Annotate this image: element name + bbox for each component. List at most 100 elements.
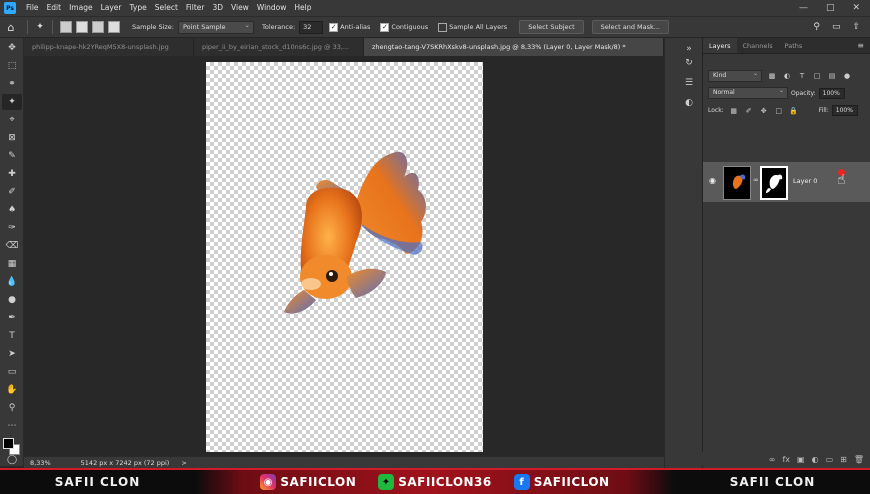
adjustment-filter-icon[interactable]: ◐ xyxy=(782,71,792,81)
opacity-input[interactable]: 100% xyxy=(818,87,845,99)
blur-tool-icon[interactable]: 💧 xyxy=(2,274,22,290)
hand-tool-icon[interactable]: ✋ xyxy=(2,382,22,398)
menu-3d[interactable]: 3D xyxy=(208,0,227,16)
document-canvas[interactable] xyxy=(206,62,483,452)
new-layer-icon[interactable]: ⊞ xyxy=(840,455,847,464)
anti-alias-checkbox[interactable]: ✓ xyxy=(329,22,339,32)
menu-type[interactable]: Type xyxy=(126,0,151,16)
lasso-tool-icon[interactable]: ⚭ xyxy=(2,76,22,92)
search-icon[interactable]: ⚲ xyxy=(813,22,820,32)
type-tool-icon[interactable]: T xyxy=(2,328,22,344)
brush-tool-icon[interactable]: ✐ xyxy=(2,184,22,200)
home-icon[interactable]: ⌂ xyxy=(0,17,22,37)
gradient-tool-icon[interactable]: ▦ xyxy=(2,256,22,272)
new-adjustment-icon[interactable]: ◐ xyxy=(812,455,819,464)
new-group-icon[interactable]: ▭ xyxy=(826,455,834,464)
lock-pixels-icon[interactable]: ✐ xyxy=(744,106,754,116)
layer-kind-filter[interactable]: Kind xyxy=(708,69,762,82)
layer-thumbnail[interactable] xyxy=(723,166,751,200)
marquee-tool-icon[interactable]: ⬚ xyxy=(2,58,22,74)
menu-bar: Ps File Edit Image Layer Type Select Fil… xyxy=(0,0,870,16)
lock-all-icon[interactable]: 🔒 xyxy=(789,106,799,116)
fill-input[interactable]: 100% xyxy=(831,105,858,116)
mask-link-icon[interactable]: ∞ xyxy=(753,176,759,184)
menu-view[interactable]: View xyxy=(227,0,253,16)
tab-layers[interactable]: Layers xyxy=(703,38,737,53)
tab-document-3[interactable]: zhengtao-tang-V7SKRhXskv8-unsplash.jpg @… xyxy=(364,38,664,56)
menu-select[interactable]: Select xyxy=(151,0,182,16)
menu-filter[interactable]: Filter xyxy=(182,0,209,16)
smart-object-filter-icon[interactable]: ▤ xyxy=(827,71,837,81)
zoom-tool-icon[interactable]: ⚲ xyxy=(2,400,22,416)
panel-menu-icon[interactable]: ≡ xyxy=(857,38,870,53)
quick-mask-icon[interactable]: ◯ xyxy=(2,452,22,468)
status-menu-arrow[interactable]: > xyxy=(175,459,192,467)
tab-document-2[interactable]: piper_ii_by_eirian_stock_d10ns6c.jpg @ 3… xyxy=(194,38,364,56)
link-layers-icon[interactable]: ∞ xyxy=(769,455,776,464)
type-filter-icon[interactable]: T xyxy=(797,71,807,81)
share-icon[interactable]: ⇧ xyxy=(852,22,860,32)
path-selection-tool-icon[interactable]: ➤ xyxy=(2,346,22,362)
tolerance-input[interactable]: 32 xyxy=(299,20,324,34)
lock-artboard-icon[interactable]: □ xyxy=(774,106,784,116)
tolerance-label: Tolerance: xyxy=(261,23,296,31)
move-tool-icon[interactable]: ✥ xyxy=(2,40,22,56)
instagram-handle: ◉ SAFIICLON xyxy=(260,474,356,490)
pen-tool-icon[interactable]: ✒ xyxy=(2,310,22,326)
crop-tool-icon[interactable]: ⌖ xyxy=(2,112,22,128)
intersect-selection-mode[interactable] xyxy=(108,21,120,33)
history-brush-tool-icon[interactable]: ✑ xyxy=(2,220,22,236)
properties-icon[interactable]: ☰ xyxy=(682,76,696,90)
magic-wand-preset-icon[interactable]: ✦ xyxy=(33,20,47,34)
tab-document-1[interactable]: philipp-knape-hk2YReqM5X8-unsplash.jpg xyxy=(24,38,194,56)
lock-transparent-icon[interactable]: ▦ xyxy=(729,106,739,116)
menu-window[interactable]: Window xyxy=(253,0,291,16)
shape-filter-icon[interactable]: □ xyxy=(812,71,822,81)
tab-paths[interactable]: Paths xyxy=(779,38,809,53)
clone-stamp-tool-icon[interactable]: ♠ xyxy=(2,202,22,218)
eyedropper-tool-icon[interactable]: ✎ xyxy=(2,148,22,164)
frame-tool-icon[interactable]: ⊠ xyxy=(2,130,22,146)
eraser-tool-icon[interactable]: ⌫ xyxy=(2,238,22,254)
menu-edit[interactable]: Edit xyxy=(43,0,66,16)
layer-row[interactable]: ◉ ∞ Layer 0 ☝ xyxy=(703,162,870,202)
workspace-icon[interactable]: ▭ xyxy=(832,22,841,32)
layer-mask-thumbnail[interactable] xyxy=(760,166,788,200)
select-and-mask-button[interactable]: Select and Mask... xyxy=(591,20,669,34)
tab-channels[interactable]: Channels xyxy=(737,38,779,53)
collapse-panels-icon[interactable]: » xyxy=(682,42,696,56)
layer-name[interactable]: Layer 0 xyxy=(793,177,817,185)
filter-toggle-icon[interactable]: ● xyxy=(842,71,852,81)
lock-position-icon[interactable]: ✥ xyxy=(759,106,769,116)
zoom-level[interactable]: 8,33% xyxy=(24,459,57,467)
sample-all-layers-checkbox[interactable] xyxy=(438,22,448,32)
blend-mode-select[interactable]: Normal xyxy=(708,86,788,99)
delete-layer-icon[interactable]: 🗑 xyxy=(854,455,864,464)
minimize-icon[interactable]: — xyxy=(799,3,808,13)
more-tools-icon[interactable]: ⋯ xyxy=(2,418,22,434)
adjustments-icon[interactable]: ◐ xyxy=(682,96,696,110)
menu-file[interactable]: File xyxy=(22,0,43,16)
foreground-color-swatch[interactable] xyxy=(3,438,14,449)
contiguous-checkbox[interactable]: ✓ xyxy=(380,22,390,32)
subtract-selection-mode[interactable] xyxy=(92,21,104,33)
status-bar: 8,33% 5142 px x 7242 px (72 ppi) > xyxy=(24,456,664,468)
layer-effects-icon[interactable]: fx xyxy=(782,455,790,464)
close-icon[interactable]: ✕ xyxy=(852,3,860,13)
pixel-filter-icon[interactable]: ▩ xyxy=(767,71,777,81)
select-subject-button[interactable]: Select Subject xyxy=(519,20,584,34)
add-selection-mode[interactable] xyxy=(76,21,88,33)
sample-size-select[interactable]: Point Sample xyxy=(177,20,254,34)
magic-wand-tool-icon[interactable]: ✦ xyxy=(2,94,22,110)
maximize-icon[interactable]: □ xyxy=(826,3,835,13)
menu-help[interactable]: Help xyxy=(290,0,315,16)
dodge-tool-icon[interactable]: ● xyxy=(2,292,22,308)
history-icon[interactable]: ↻ xyxy=(682,56,696,70)
menu-layer[interactable]: Layer xyxy=(97,0,126,16)
healing-brush-tool-icon[interactable]: ✚ xyxy=(2,166,22,182)
visibility-eye-icon[interactable]: ◉ xyxy=(709,176,716,185)
add-mask-icon[interactable]: ▣ xyxy=(797,455,805,464)
rectangle-tool-icon[interactable]: ▭ xyxy=(2,364,22,380)
new-selection-mode[interactable] xyxy=(60,21,72,33)
menu-image[interactable]: Image xyxy=(65,0,97,16)
